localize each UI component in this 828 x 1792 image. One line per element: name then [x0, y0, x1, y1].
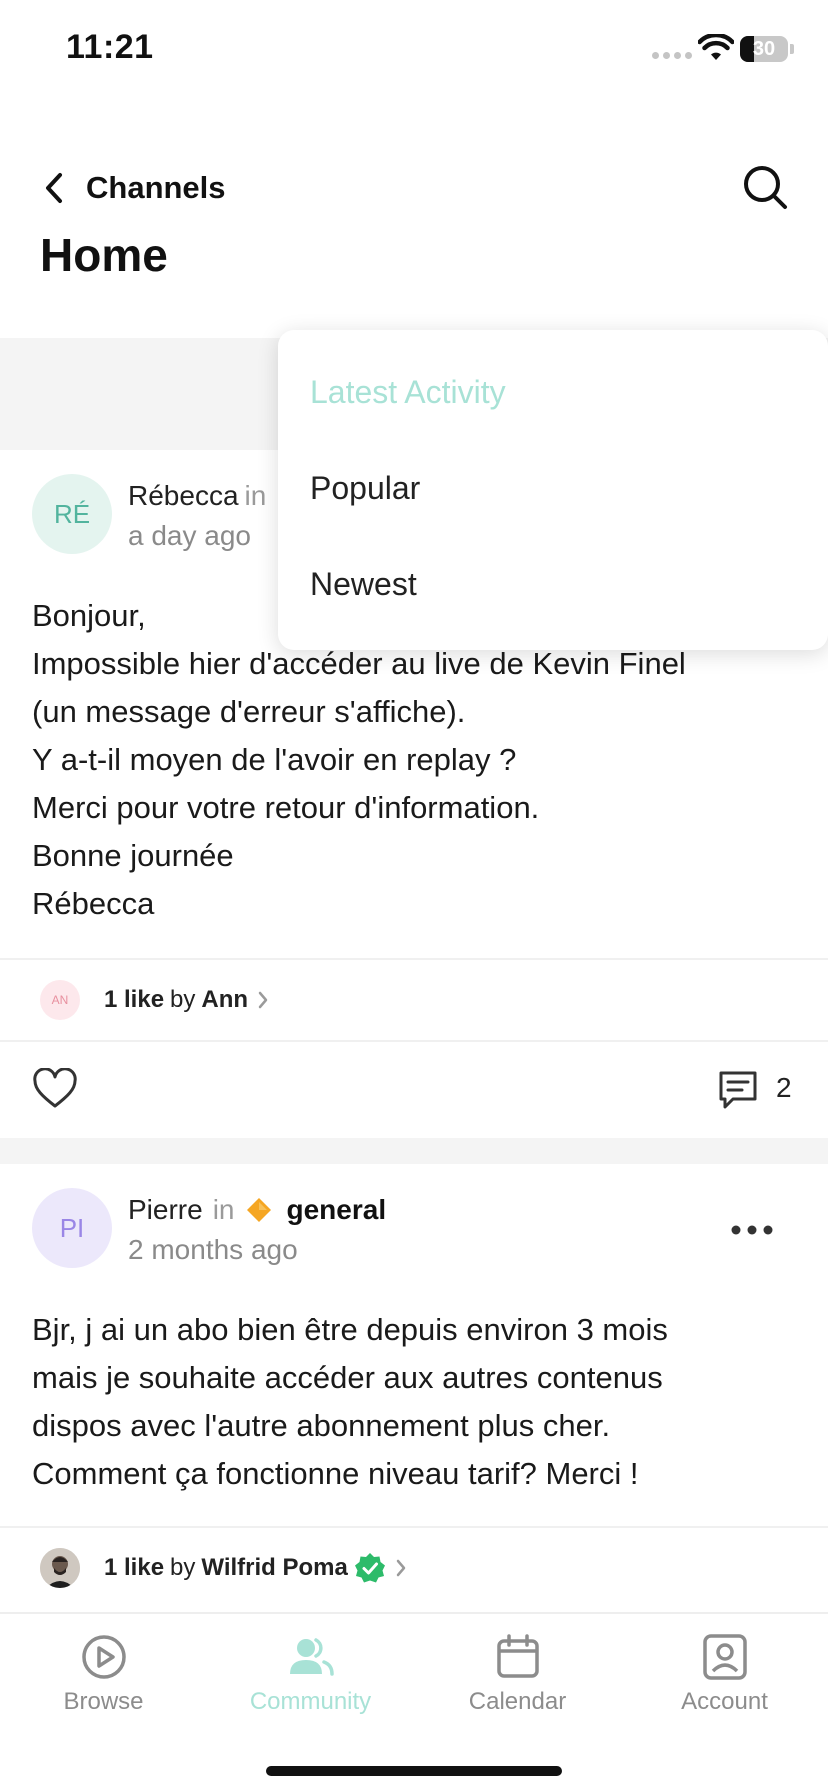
post-body: Bjr, j ai un abo bien être depuis enviro… — [32, 1306, 802, 1498]
post-body-line: Merci pour votre retour d'information. — [32, 790, 540, 825]
battery-icon: 30 — [740, 36, 788, 62]
post-author[interactable]: Pierre — [128, 1194, 203, 1226]
chevron-right-icon — [396, 1559, 406, 1577]
page-title: Home — [40, 229, 168, 281]
post-timestamp: a day ago — [128, 520, 251, 551]
status-bar: 11:21 30 — [0, 0, 828, 100]
back-button[interactable]: Channels — [40, 166, 240, 210]
sort-option-newest[interactable]: Newest — [310, 566, 417, 603]
post-body-line: Bjr, j ai un abo bien être depuis enviro… — [32, 1312, 668, 1347]
chevron-left-icon — [46, 173, 62, 203]
channel-name[interactable]: general — [287, 1194, 387, 1226]
by-label: by — [170, 1554, 196, 1581]
likes-text: 1 like by Wilfrid Poma — [104, 1552, 408, 1584]
tab-label: Calendar — [468, 1688, 567, 1715]
post-author-line: Rébecca in — [128, 480, 266, 512]
back-label: Channels — [86, 170, 226, 205]
comment-count[interactable]: 2 — [776, 1072, 792, 1104]
people-icon — [289, 1638, 334, 1676]
avatar-initials: RÉ — [53, 498, 91, 529]
sort-option-latest-activity[interactable]: Latest Activity — [310, 374, 506, 411]
in-label: in — [244, 480, 267, 511]
post-separator — [0, 1138, 828, 1164]
liker-avatar — [40, 1548, 80, 1588]
likes-summary[interactable]: 1 like by Wilfrid Poma — [0, 1528, 828, 1608]
tab-community[interactable]: Community — [207, 1632, 414, 1732]
heart-icon[interactable] — [32, 1068, 78, 1110]
post-author-line: Pierre in general — [128, 1194, 386, 1226]
post-body-line: Bonne journée — [32, 838, 234, 873]
liker-initials: AN — [51, 993, 69, 1007]
avatar-initials: PI — [59, 1212, 85, 1243]
cellular-signal-icon — [652, 52, 692, 59]
liker-name: Wilfrid Poma — [201, 1554, 348, 1581]
by-label: by — [170, 986, 196, 1013]
post-timestamp: 2 months ago — [128, 1234, 298, 1265]
tab-bar: Browse Community Calendar Account — [0, 1612, 828, 1792]
community-home-screen: 11:21 30 Channels Home RÉ Rébecca in a d… — [0, 0, 828, 1792]
home-indicator — [266, 1766, 562, 1776]
person-photo-icon — [40, 1548, 80, 1588]
post-body-line: (un message d'erreur s'affiche). — [32, 694, 466, 729]
avatar[interactable]: PI — [32, 1188, 112, 1268]
account-icon — [702, 1634, 747, 1680]
tab-calendar[interactable]: Calendar — [414, 1632, 621, 1732]
post-body-line: Rébecca — [32, 886, 155, 921]
comment-icon[interactable] — [716, 1068, 760, 1112]
like-count: 1 like — [104, 986, 165, 1013]
post-author[interactable]: Rébecca — [128, 480, 239, 512]
calendar-icon — [496, 1634, 539, 1678]
like-count: 1 like — [104, 1554, 165, 1581]
more-options-icon[interactable] — [730, 1218, 774, 1242]
wifi-icon — [698, 34, 734, 60]
post-actions: 2 — [0, 1042, 828, 1138]
battery-tip — [790, 44, 794, 54]
avatar[interactable]: RÉ — [32, 474, 112, 554]
in-label: in — [212, 1194, 235, 1225]
verified-badge-icon — [354, 1553, 385, 1583]
tab-label: Browse — [63, 1688, 144, 1715]
sort-option-popular[interactable]: Popular — [310, 470, 420, 507]
liker-name: Ann — [201, 986, 249, 1013]
search-icon[interactable] — [740, 162, 790, 212]
tab-browse[interactable]: Browse — [0, 1632, 207, 1732]
battery-level: 30 — [752, 38, 776, 60]
likes-summary[interactable]: AN 1 like by Ann — [0, 960, 828, 1040]
orange-diamond-icon — [246, 1198, 271, 1222]
likes-text: 1 like by Ann — [104, 986, 270, 1014]
liker-avatar: AN — [40, 980, 80, 1020]
tab-label: Community — [249, 1688, 372, 1715]
status-time: 11:21 — [66, 28, 154, 66]
chevron-right-icon — [258, 991, 268, 1009]
tab-label: Account — [681, 1688, 768, 1715]
sort-dropdown: Latest Activity Popular Newest — [278, 330, 828, 650]
post-body-line: Y a-t-il moyen de l'avoir en replay ? — [32, 742, 517, 777]
post-card[interactable]: PI Pierre in general 2 months ago Bjr, j… — [0, 1164, 828, 1612]
post-body-line: dispos avec l'autre abonnement plus cher… — [32, 1408, 611, 1443]
post-body-line: Comment ça fonctionne niveau tarif? Merc… — [32, 1456, 639, 1491]
play-circle-icon — [81, 1635, 126, 1679]
post-body-line: mais je souhaite accéder aux autres cont… — [32, 1360, 663, 1395]
tab-account[interactable]: Account — [621, 1632, 828, 1732]
